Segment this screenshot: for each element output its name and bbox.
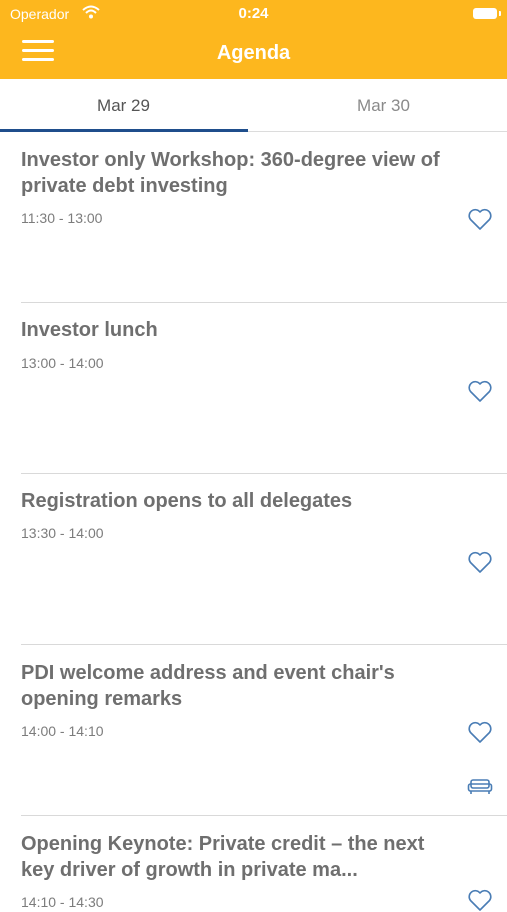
app-header: Operador 0:24 Agenda — [0, 0, 507, 79]
session-time: 14:10 - 14:30 — [21, 894, 104, 910]
session-title: Investor only Workshop: 360-degree view … — [21, 149, 440, 197]
page-title: Agenda — [216, 42, 291, 64]
battery-icon — [473, 8, 497, 19]
session-title: Investor lunch — [21, 319, 158, 341]
status-time: 0:24 — [238, 5, 269, 22]
session-time: 14:00 - 14:10 — [21, 723, 104, 739]
battery-tip — [499, 11, 501, 16]
date-tabs: Mar 29 Mar 30 — [0, 79, 507, 132]
favorite-heart-icon[interactable] — [467, 720, 493, 744]
favorite-heart-icon[interactable] — [467, 379, 493, 403]
list-item[interactable]: Investor lunch 13:00 - 14:00 — [0, 303, 507, 474]
tab-mar-30[interactable]: Mar 30 — [260, 79, 507, 131]
favorite-heart-icon[interactable] — [467, 888, 493, 912]
list-item[interactable]: Opening Keynote: Private credit – the ne… — [0, 816, 507, 911]
lounge-sofa-icon[interactable] — [467, 776, 493, 796]
list-item[interactable]: Registration opens to all delegates 13:3… — [0, 474, 507, 645]
list-item[interactable]: PDI welcome address and event chair's op… — [0, 645, 507, 816]
session-time: 11:30 - 13:00 — [21, 210, 103, 226]
tab-mar-29[interactable]: Mar 29 — [0, 79, 247, 131]
list-item[interactable]: Investor only Workshop: 360-degree view … — [0, 132, 507, 303]
session-time: 13:30 - 14:00 — [21, 525, 104, 541]
session-time: 13:00 - 14:00 — [21, 355, 104, 371]
session-title: Registration opens to all delegates — [21, 490, 353, 512]
session-title: Opening Keynote: Private credit – the ne… — [21, 833, 425, 881]
favorite-heart-icon[interactable] — [467, 207, 493, 231]
session-title: PDI welcome address and event chair's op… — [21, 662, 395, 710]
favorite-heart-icon[interactable] — [467, 550, 493, 574]
